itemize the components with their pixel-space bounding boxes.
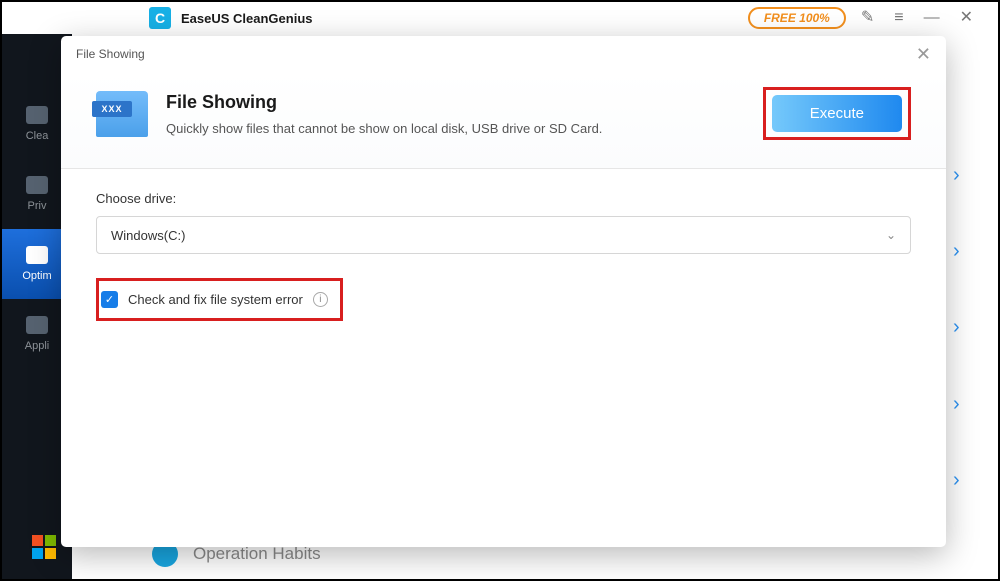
- bottom-item-label: Operation Habits: [193, 544, 321, 564]
- chevron-right-icon[interactable]: ›: [953, 240, 983, 263]
- chevron-right-icon[interactable]: ›: [953, 316, 983, 339]
- check-fix-highlight: ✓ Check and fix file system error i: [96, 278, 343, 321]
- drive-select[interactable]: Windows(C:) ⌄: [96, 216, 911, 254]
- chevron-right-icon[interactable]: ›: [953, 469, 983, 492]
- choose-drive-label: Choose drive:: [96, 191, 911, 206]
- app-titlebar: C EaseUS CleanGenius FREE 100% ✎ ≡ — ✕: [2, 2, 998, 34]
- dialog-body: Choose drive: Windows(C:) ⌄ ✓ Check and …: [61, 169, 946, 547]
- app-title: EaseUS CleanGenius: [181, 11, 313, 26]
- app-logo-icon: C: [149, 7, 171, 29]
- windows-logo-icon[interactable]: [32, 535, 56, 559]
- execute-highlight: Execute: [763, 87, 911, 140]
- chevron-down-icon: ⌄: [886, 228, 896, 242]
- apps-icon: [26, 316, 48, 334]
- file-showing-dialog: File Showing ✕ XXX File Showing Quickly …: [61, 36, 946, 547]
- broom-icon: [26, 106, 48, 124]
- drive-select-value: Windows(C:): [111, 228, 185, 243]
- chevron-right-icon[interactable]: ›: [953, 393, 983, 416]
- file-showing-icon: XXX: [96, 91, 148, 137]
- menu-icon[interactable]: ≡: [894, 10, 903, 26]
- dialog-titlebar: File Showing ✕: [61, 36, 946, 72]
- header-title: File Showing: [166, 92, 602, 113]
- close-icon[interactable]: ✕: [916, 44, 931, 65]
- minimize-icon[interactable]: —: [924, 10, 940, 26]
- execute-button[interactable]: Execute: [772, 95, 902, 132]
- optimize-icon: [26, 246, 48, 264]
- dialog-title-text: File Showing: [76, 47, 145, 61]
- check-fix-checkbox[interactable]: ✓: [101, 291, 118, 308]
- header-description: Quickly show files that cannot be show o…: [166, 121, 602, 136]
- note-icon[interactable]: ✎: [861, 10, 874, 26]
- info-icon[interactable]: i: [313, 292, 328, 307]
- dialog-header: XXX File Showing Quickly show files that…: [61, 72, 946, 169]
- lock-icon: [26, 176, 48, 194]
- chevron-right-icon[interactable]: ›: [953, 164, 983, 187]
- check-fix-label: Check and fix file system error: [128, 292, 303, 307]
- free-badge[interactable]: FREE 100%: [748, 7, 846, 29]
- close-window-icon[interactable]: ✕: [960, 10, 973, 26]
- right-arrow-list: › › › › ›: [953, 137, 983, 519]
